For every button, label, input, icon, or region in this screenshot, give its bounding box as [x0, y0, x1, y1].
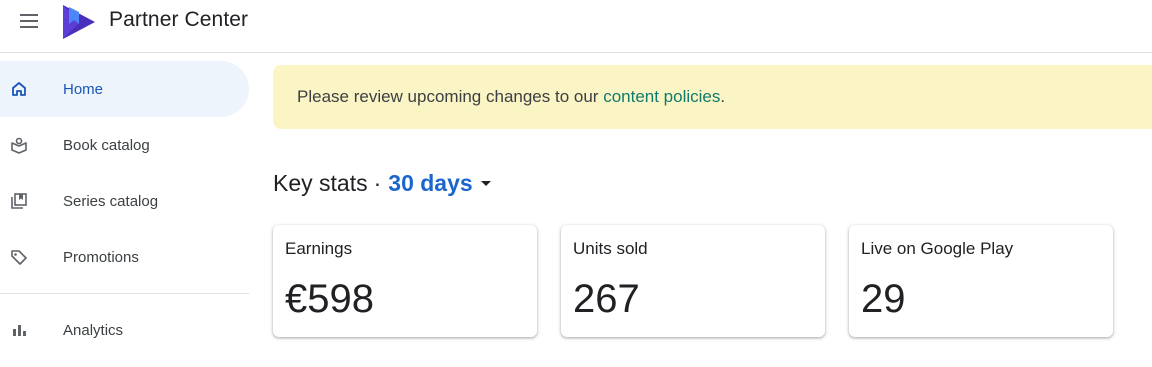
library-stack-icon — [10, 192, 28, 210]
bar-chart-icon — [10, 321, 28, 339]
stat-card-value: 267 — [573, 277, 640, 321]
dropdown-arrow-icon — [480, 181, 491, 186]
stat-card-earnings[interactable]: Earnings €598 — [273, 225, 537, 337]
key-stats-title: Key stats — [273, 170, 368, 196]
period-value: 30 days — [388, 170, 473, 196]
banner-text-after: . — [720, 87, 726, 106]
stat-card-value: €598 — [285, 277, 374, 321]
heading-separator: · — [373, 170, 382, 196]
home-icon — [10, 80, 28, 98]
stat-card-label: Earnings — [285, 239, 353, 258]
app-title[interactable]: Partner Center — [109, 8, 248, 32]
sidebar-nav: Home Book catalog Series catalog Promoti… — [0, 53, 249, 367]
sidebar-item-home[interactable]: Home — [0, 61, 249, 117]
sidebar-item-label: Book catalog — [63, 136, 150, 154]
policy-notice-banner: Please review upcoming changes to our co… — [273, 65, 1152, 129]
stat-card-label: Live on Google Play — [861, 239, 1014, 258]
sidebar-item-label: Home — [63, 80, 104, 98]
sidebar-item-label: Series catalog — [63, 192, 159, 210]
top-app-bar: Partner Center — [0, 0, 1152, 53]
banner-text-before: Please review upcoming changes to our — [297, 87, 604, 106]
stat-card-live-on-google-play[interactable]: Live on Google Play 29 — [849, 225, 1113, 337]
sidebar-item-analytics[interactable]: Analytics — [0, 302, 249, 358]
sidebar-item-book-catalog[interactable]: Book catalog — [0, 117, 249, 173]
stat-card-label: Units sold — [573, 239, 648, 258]
sidebar-item-promotions[interactable]: Promotions — [0, 229, 249, 285]
price-tag-icon — [10, 248, 28, 266]
sidebar-divider — [0, 293, 249, 294]
hamburger-menu-icon[interactable] — [12, 8, 46, 34]
key-stats-heading: Key stats · 30 days — [273, 170, 491, 197]
google-play-books-logo[interactable] — [60, 2, 98, 42]
sidebar-item-label: Promotions — [63, 248, 139, 266]
content-policies-link[interactable]: content policies — [603, 87, 720, 106]
stat-card-units-sold[interactable]: Units sold 267 — [561, 225, 825, 337]
sidebar-item-series-catalog[interactable]: Series catalog — [0, 173, 249, 229]
open-book-icon — [10, 136, 28, 154]
banner-text: Please review upcoming changes to our co… — [297, 87, 725, 107]
period-dropdown[interactable]: 30 days — [388, 170, 491, 197]
stat-card-value: 29 — [861, 277, 906, 321]
sidebar-item-label: Analytics — [63, 321, 124, 339]
